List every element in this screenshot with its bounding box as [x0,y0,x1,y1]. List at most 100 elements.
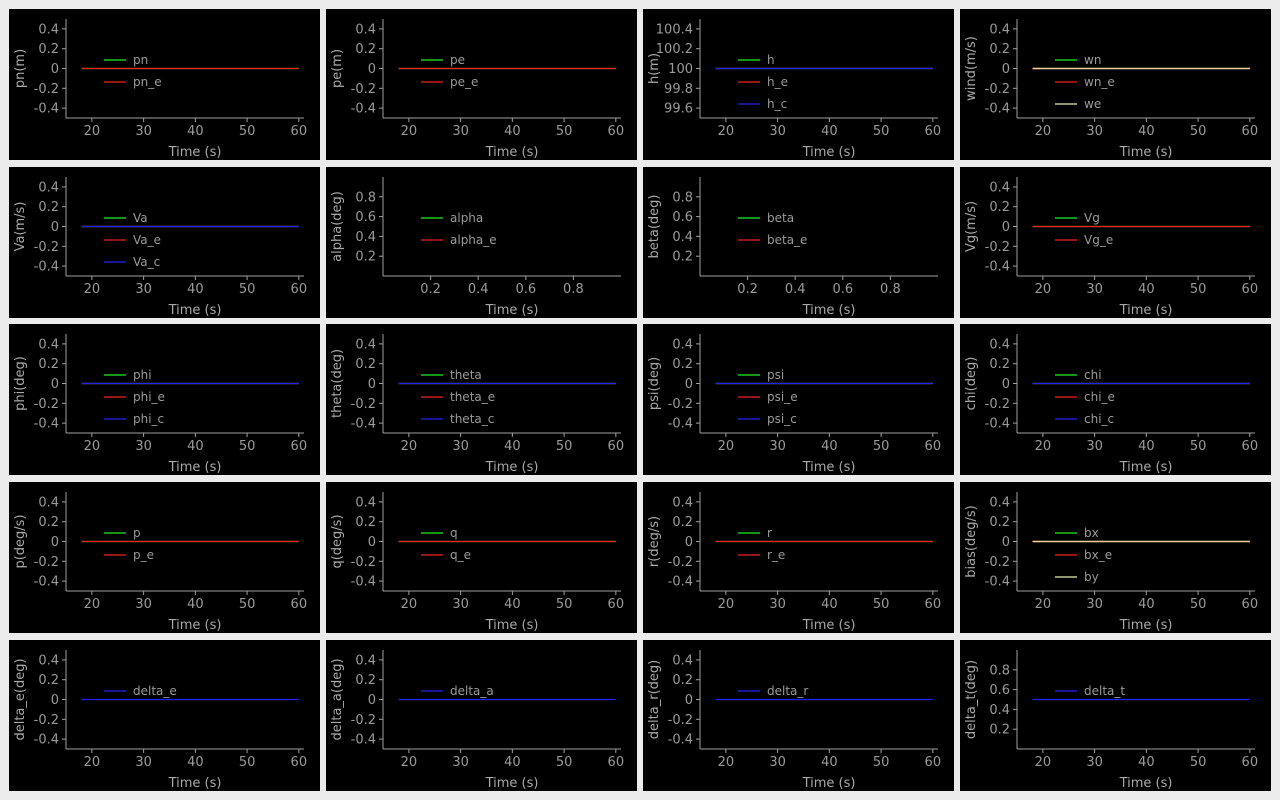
x-tick-label: 60 [925,124,942,139]
x-tick-label: 20 [718,439,735,454]
y-tick-label: 0.4 [355,495,376,510]
x-axis-label: Time (s) [485,303,539,318]
y-tick-label: 0.6 [672,210,693,225]
plot-panel-va-m-s: -0.4 -0.2 0 0.2 0.4 20 30 40 50 60 Time (s) Va(m/s)… [9,167,320,318]
x-tick-label: 40 [1138,439,1155,454]
y-tick-label: 0.8 [989,663,1010,678]
y-tick-label: 0 [51,62,59,77]
y-tick-label: -0.2 [34,555,59,570]
x-tick-label: 60 [608,755,625,770]
y-tick-label: 0.4 [355,653,376,668]
y-tick-label: -0.4 [985,260,1010,275]
x-tick-label: 20 [84,755,101,770]
x-tick-label: 30 [1086,439,1103,454]
x-tick-label: 50 [556,124,573,139]
legend-label-q: q [450,526,458,540]
y-tick-label: 0.2 [38,673,59,688]
y-tick-label: 0.4 [989,703,1010,718]
x-tick-label: 40 [504,439,521,454]
x-tick-label: 0.6 [832,282,853,297]
y-axis-label: wind(m/s) [964,36,979,101]
legend-label-h: h [767,53,775,67]
y-axis-label: chi(deg) [964,357,979,411]
y-tick-label: 0 [51,535,59,550]
legend-label-we: we [1084,97,1101,111]
y-tick-label: 0.2 [672,357,693,372]
x-tick-label: 60 [608,124,625,139]
x-tick-label: 30 [769,597,786,612]
legend-label-psi: psi [767,368,784,382]
x-tick-label: 20 [1035,597,1052,612]
x-tick-label: 30 [769,124,786,139]
plot-panel-delta-t-deg: 0.2 0.4 0.6 0.8 20 30 40 50 60 Time (s) delta_t(de… [960,640,1271,791]
y-tick-label: 0.2 [989,42,1010,57]
y-tick-label: -0.4 [34,417,59,432]
y-tick-label: -0.2 [668,555,693,570]
legend-label-p: p [133,526,141,540]
x-tick-label: 50 [1190,124,1207,139]
x-axis-label: Time (s) [802,776,856,791]
x-tick-label: 20 [718,124,735,139]
y-tick-label: -0.4 [985,575,1010,590]
x-axis-label: Time (s) [168,303,222,318]
x-axis-label: Time (s) [168,618,222,633]
y-tick-label: -0.4 [985,102,1010,117]
legend-label-r: r [767,526,772,540]
y-tick-label: -0.4 [351,575,376,590]
x-tick-label: 60 [1242,597,1259,612]
x-tick-label: 50 [239,282,256,297]
x-tick-label: 0.6 [515,282,536,297]
y-tick-label: -0.4 [668,733,693,748]
plot-panel-delta-a-deg: -0.4 -0.2 0 0.2 0.4 20 30 40 50 60 Time (s) delta_a… [326,640,637,791]
legend-label-q-e: q_e [450,548,471,562]
x-tick-label: 50 [873,755,890,770]
legend-label-alpha-e: alpha_e [450,233,497,247]
y-tick-label: -0.4 [668,575,693,590]
x-tick-label: 30 [769,439,786,454]
legend-label-theta: theta [450,368,482,382]
y-axis-label: p(deg/s) [13,514,28,568]
x-tick-label: 50 [873,439,890,454]
legend-label-phi-e: phi_e [133,390,165,404]
y-axis-label: delta_t(deg) [964,660,979,739]
legend-label-phi-c: phi_c [133,412,164,426]
legend-label-pn: pn [133,53,148,67]
y-axis-label: Vg(m/s) [964,201,979,252]
x-tick-label: 40 [1138,124,1155,139]
y-axis-label: delta_a(deg) [330,658,345,740]
y-axis-label: delta_r(deg) [647,660,662,739]
y-tick-label: 100 [668,62,693,77]
x-tick-label: 60 [1242,755,1259,770]
x-axis-label: Time (s) [802,460,856,475]
y-tick-label: 0.2 [989,357,1010,372]
y-tick-label: -0.2 [351,82,376,97]
plot-panel-alpha-deg: 0.2 0.4 0.6 0.8 0.2 0.4 0.6 0.8 Time (s) alpha(de… [326,167,637,318]
legend-label-delta-r: delta_r [767,684,808,698]
y-tick-label: 0.4 [989,22,1010,37]
legend-label-phi: phi [133,368,152,382]
legend-label-chi-c: chi_c [1084,412,1114,426]
y-tick-label: 0.6 [355,210,376,225]
y-axis-label: pn(m) [13,49,28,88]
x-tick-label: 50 [556,439,573,454]
y-tick-label: -0.4 [351,733,376,748]
x-tick-label: 50 [239,755,256,770]
x-tick-label: 20 [401,597,418,612]
y-axis-label: r(deg/s) [647,516,662,567]
y-axis-label: psi(deg) [647,357,662,410]
y-tick-label: 0 [51,377,59,392]
x-tick-label: 60 [291,124,308,139]
legend-label-psi-e: psi_e [767,390,798,404]
x-tick-label: 60 [291,597,308,612]
y-tick-label: 0.2 [355,515,376,530]
y-tick-label: -0.2 [351,397,376,412]
y-axis-label: q(deg/s) [330,514,345,568]
y-tick-label: 99.6 [664,102,693,117]
x-tick-label: 30 [135,597,152,612]
y-tick-label: 0.6 [989,683,1010,698]
y-tick-label: -0.2 [351,555,376,570]
legend-label-h-c: h_c [767,97,787,111]
legend-label-h-e: h_e [767,75,788,89]
x-tick-label: 60 [291,282,308,297]
plot-panel-p-deg-s: -0.4 -0.2 0 0.2 0.4 20 30 40 50 60 Time (s) p(deg/s… [9,482,320,633]
